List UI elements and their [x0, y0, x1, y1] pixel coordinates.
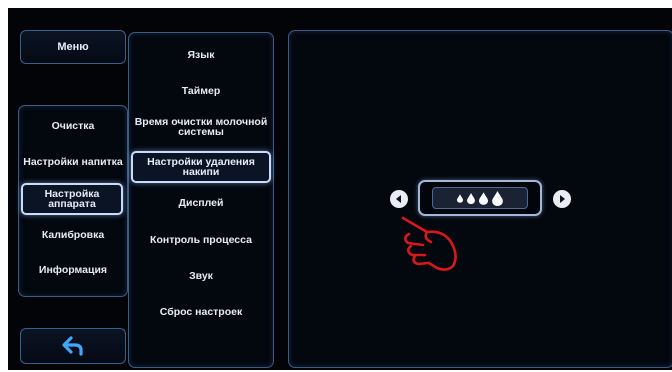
submenu-item-timer[interactable]: Таймер: [133, 81, 269, 101]
back-arrow-icon: [62, 336, 83, 356]
nav-item-information[interactable]: Информация: [23, 258, 123, 282]
chevron-right-icon: [560, 195, 565, 203]
chevron-left-icon: [396, 195, 401, 203]
next-button[interactable]: [553, 190, 571, 208]
submenu-item-display[interactable]: Дисплей: [133, 193, 269, 213]
menu-button[interactable]: Меню: [20, 30, 126, 64]
machine-screen: Меню Очистка Настройки напитка Настройка…: [8, 8, 672, 370]
water-drop-icon: [467, 192, 475, 204]
submenu-item-reset-settings[interactable]: Сброс настроек: [133, 302, 269, 322]
submenu-item-process-control[interactable]: Контроль процесса: [133, 230, 269, 250]
submenu-item-descaling-settings[interactable]: Настройки удаления накипи: [131, 151, 271, 183]
submenu-item-sound[interactable]: Звук: [133, 266, 269, 286]
submenu-item-milk-cleaning-time[interactable]: Время очистки молочной системы: [133, 113, 269, 141]
submenu-item-language[interactable]: Язык: [133, 45, 269, 65]
pointing-hand-icon: [401, 216, 457, 271]
submenu-panel: Язык Таймер Время очистки молочной систе…: [128, 32, 274, 368]
nav-item-machine-settings[interactable]: Настройка аппарата: [21, 183, 123, 215]
water-drop-icon: [492, 190, 503, 206]
water-hardness-level: [432, 187, 528, 209]
nav-item-calibration[interactable]: Калибровка: [23, 224, 123, 246]
back-button[interactable]: [20, 328, 126, 364]
water-drop-icon: [479, 191, 488, 205]
water-drop-icon: [457, 193, 463, 203]
water-hardness-selector[interactable]: [418, 180, 542, 216]
nav-item-cleaning[interactable]: Очистка: [23, 114, 123, 138]
previous-button[interactable]: [390, 190, 408, 208]
nav-item-drink-settings[interactable]: Настройки напитка: [23, 148, 123, 176]
nav-panel: Очистка Настройки напитка Настройка аппа…: [18, 105, 128, 297]
